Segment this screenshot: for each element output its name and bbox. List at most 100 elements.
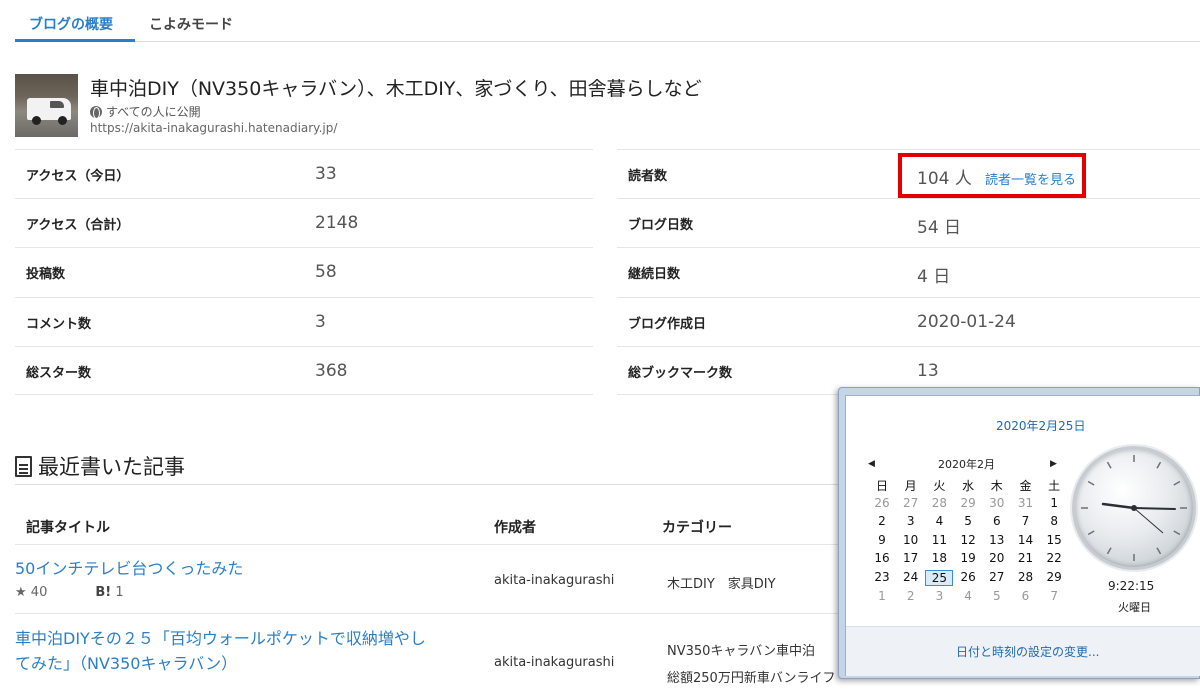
bookmark-count-value: 1 xyxy=(115,585,124,600)
calendar-day[interactable]: 27 xyxy=(897,496,925,510)
calendar-day[interactable]: 14 xyxy=(1012,533,1040,547)
calendar-day[interactable]: 13 xyxy=(983,533,1011,547)
calendar-day[interactable]: 5 xyxy=(954,514,982,528)
article-category[interactable]: 木工DIY 家具DIY xyxy=(667,573,776,592)
stat-row: ブログ作成日 2020-01-24 xyxy=(617,297,1200,346)
bookmark-count[interactable]: B! 1 xyxy=(59,585,123,600)
calendar-day[interactable]: 29 xyxy=(954,496,982,510)
stat-value: 54 日 xyxy=(917,218,962,238)
calendar-day[interactable]: 28 xyxy=(925,496,953,510)
article-title-link[interactable]: 車中泊DIYその２５「百均ウォールポケットで収納増やし てみた」（NV350キャ… xyxy=(15,626,426,676)
calendar-day[interactable]: 2 xyxy=(868,514,896,528)
article-author[interactable]: akita-inakagurashi xyxy=(494,573,614,588)
visibility-status: すべての人に公開 xyxy=(90,103,201,120)
calendar-day[interactable]: 21 xyxy=(1012,551,1040,565)
stat-label: 総スター数 xyxy=(26,366,92,381)
calendar-day[interactable]: 7 xyxy=(1040,589,1068,603)
star-count[interactable]: ★ 40 xyxy=(15,585,47,600)
calendar-day[interactable]: 26 xyxy=(868,496,896,510)
calendar-day[interactable]: 17 xyxy=(897,551,925,565)
weekday-header: 水 xyxy=(962,479,975,493)
datetime-popup: 2020年2月25日 ◀ 2020年2月 ▶ 日月火水木金土 26 27 28 29 30… xyxy=(838,387,1200,679)
blog-url[interactable]: https://akita-inakagurashi.hatenadiary.j… xyxy=(90,121,337,135)
calendar-day[interactable]: 27 xyxy=(983,570,1011,584)
calendar-day[interactable]: 8 xyxy=(1040,514,1068,528)
calendar-day[interactable]: 26 xyxy=(954,570,982,584)
article-title-line: 車中泊DIYその２５「百均ウォールポケットで収納増やし xyxy=(15,629,426,648)
calendar-day[interactable]: 16 xyxy=(868,551,896,565)
weekday-header: 日 xyxy=(875,479,888,493)
calendar-day[interactable]: 28 xyxy=(1012,570,1040,584)
weekday-label: 火曜日 xyxy=(1118,601,1151,614)
globe-icon xyxy=(90,105,102,119)
calendar-day[interactable]: 29 xyxy=(1040,570,1068,584)
calendar-month-label[interactable]: 2020年2月 xyxy=(938,456,995,472)
stat-label: コメント数 xyxy=(26,317,92,332)
calendar-day[interactable]: 30 xyxy=(983,496,1011,510)
article-title-line: てみた」（NV350キャラバン） xyxy=(15,654,238,673)
tab-bar: ブログの概要 こよみモード xyxy=(15,0,1200,42)
blog-title[interactable]: 車中泊DIY（NV350キャラバン）、木工DIY、家づくり、田舎暮らしなど xyxy=(90,74,702,101)
calendar-day[interactable]: 2 xyxy=(897,589,925,603)
calendar-day[interactable]: 22 xyxy=(1040,551,1068,565)
calendar-day[interactable]: 11 xyxy=(925,533,953,547)
stat-value: 3 xyxy=(315,312,326,332)
article-author[interactable]: akita-inakagurashi xyxy=(494,655,614,670)
calendar-day[interactable]: 1 xyxy=(1040,496,1068,510)
calendar-day[interactable]: 6 xyxy=(1012,589,1040,603)
calendar-day[interactable]: 1 xyxy=(868,589,896,603)
column-header-author: 作成者 xyxy=(494,520,536,536)
next-month-button[interactable]: ▶ xyxy=(1050,459,1057,469)
stat-value: 2148 xyxy=(315,213,359,233)
weekday-header: 土 xyxy=(1048,479,1061,493)
full-date-link[interactable]: 2020年2月25日 xyxy=(996,417,1085,434)
calendar-day[interactable]: 5 xyxy=(983,589,1011,603)
tab-blog-overview[interactable]: ブログの概要 xyxy=(29,14,113,34)
van-wheel xyxy=(58,116,67,125)
readers-list-link[interactable]: 読者一覧を見る xyxy=(985,169,1076,188)
weekday-header: 火 xyxy=(933,479,946,493)
calendar-day[interactable]: 7 xyxy=(1012,514,1040,528)
digital-time: 9:22:15 xyxy=(1108,579,1155,593)
prev-month-button[interactable]: ◀ xyxy=(868,459,875,469)
popup-footer: 日付と時刻の設定の変更... xyxy=(846,626,1200,676)
stat-label: 総ブックマーク数 xyxy=(628,366,733,381)
calendar-day[interactable]: 4 xyxy=(954,589,982,603)
star-icon: ★ xyxy=(15,585,27,600)
analog-clock xyxy=(1072,446,1196,570)
stat-value: 13 xyxy=(917,361,939,381)
calendar-day[interactable]: 4 xyxy=(925,514,953,528)
calendar-day[interactable]: 23 xyxy=(868,570,896,584)
stat-row: ブログ日数 54 日 xyxy=(617,198,1200,247)
calendar-day[interactable]: 18 xyxy=(925,551,953,565)
article-meta: ★ 40 B! 1 xyxy=(15,585,124,600)
calendar-day[interactable]: 24 xyxy=(897,570,925,584)
stat-value: 368 xyxy=(315,361,348,381)
stat-label: 投稿数 xyxy=(26,267,66,282)
calendar-day[interactable]: 9 xyxy=(868,533,896,547)
article-title-link[interactable]: 50インチテレビ台つくったみた xyxy=(15,556,243,581)
stat-label: ブログ日数 xyxy=(628,218,694,233)
calendar-day[interactable]: 31 xyxy=(1012,496,1040,510)
calendar-day[interactable]: 10 xyxy=(897,533,925,547)
calendar-day[interactable]: 6 xyxy=(983,514,1011,528)
calendar-day[interactable]: 3 xyxy=(925,589,953,603)
stat-label: ブログ作成日 xyxy=(628,317,707,332)
article-category[interactable]: 総額250万円新車バンライフ xyxy=(667,667,835,686)
calendar-day[interactable]: 12 xyxy=(954,533,982,547)
stat-row: コメント数 3 xyxy=(15,297,593,346)
blog-thumbnail[interactable] xyxy=(15,74,78,137)
calendar-day[interactable]: 15 xyxy=(1040,533,1068,547)
stat-value: 2020-01-24 xyxy=(917,312,1016,332)
calendar-day[interactable]: 3 xyxy=(897,514,925,528)
recent-articles-heading: 最近書いた記事 xyxy=(15,451,185,481)
stat-row: アクセス（合計） 2148 xyxy=(15,198,593,247)
calendar-day-today[interactable]: 25 xyxy=(925,570,954,586)
stat-label: 読者数 xyxy=(628,169,668,184)
calendar-day[interactable]: 20 xyxy=(983,551,1011,565)
article-category[interactable]: NV350キャラバン車中泊 xyxy=(667,640,815,659)
calendar-day[interactable]: 19 xyxy=(954,551,982,565)
tab-calendar-mode[interactable]: こよみモード xyxy=(149,14,233,34)
weekday-header: 月 xyxy=(904,479,917,493)
change-datetime-settings-link[interactable]: 日付と時刻の設定の変更... xyxy=(956,643,1099,660)
